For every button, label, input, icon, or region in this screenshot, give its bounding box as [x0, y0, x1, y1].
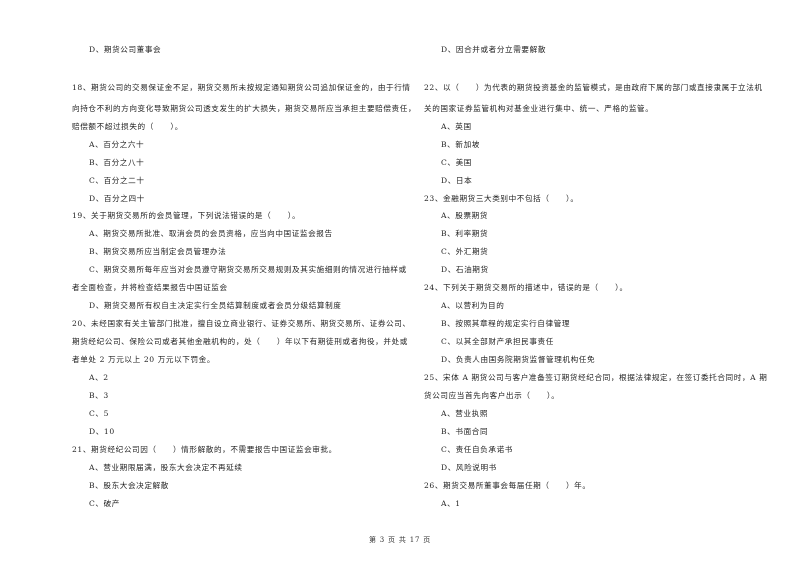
question-23-option-c: C、外汇期货 — [441, 247, 489, 256]
question-19-option-d: D、期货交易所有权自主决定实行全员结算制度或者会员分级结算制度 — [89, 301, 342, 310]
page-indicator: 第 3 页 共 17 页 — [368, 536, 432, 544]
question-21-option-c: C、破产 — [89, 499, 120, 508]
question-24-text-line-1: 24、下列关于期货交易所的描述中，错误的是（ ）。 — [424, 283, 628, 292]
question-18-text-line-2: 向持仓不利的方向变化导致期货公司透支发生的扩大损失，期货交易所应当承担主要赔偿责… — [72, 104, 417, 113]
question-19-text-line-1: 19、关于期货交易所的会员管理，下列说法错误的是（ ）。 — [72, 211, 301, 220]
question-20-option-c: C、5 — [89, 409, 110, 418]
question-19-option-c: C、期货交易所每年应当对会员遵守期货交易所交易规则及其实施细则的情况进行抽样或 — [89, 265, 407, 274]
question-23-option-a: A、股票期货 — [441, 211, 489, 220]
question-24-option-a: A、以营利为目的 — [441, 301, 505, 310]
question-22-option-c: C、美国 — [441, 158, 472, 167]
question-18-option-b: B、百分之八十 — [89, 158, 145, 167]
question-25-option-b: B、书面合同 — [441, 427, 489, 436]
question-20-text-line-3: 者单处 2 万元以上 20 万元以下罚金。 — [72, 355, 216, 364]
question-25-option-d: D、风险说明书 — [441, 463, 497, 472]
question-25-option-c: C、责任自负承诺书 — [441, 445, 513, 454]
question-25-option-a: A、营业执照 — [441, 409, 489, 418]
question-22-option-d: D、日本 — [441, 176, 473, 185]
question-18-option-d: D、百分之四十 — [89, 194, 145, 203]
question-22-option-a: A、英国 — [441, 122, 472, 131]
question-25-text-line-1: 25、宋体 A 期货公司与客户准备签订期货经纪合同，根据法律规定，在签订委托合同… — [424, 373, 768, 382]
option-d-prev: D、期货公司董事会 — [89, 45, 162, 54]
question-21-option-b: B、股东大会决定解散 — [89, 481, 169, 490]
question-26-option-a: A、1 — [441, 499, 461, 508]
question-18-text-line-3: 赔偿额不超过损失的（ ）。 — [72, 122, 183, 131]
question-25-text-line-2: 货公司应当首先向客户出示（ ）。 — [424, 391, 560, 400]
question-22-text-line-1: 22、以（ ）为代表的期货投资基金的监管模式，是由政府下属的部门或直接隶属于立法… — [424, 83, 763, 92]
question-20-option-a: A、2 — [89, 373, 109, 382]
question-23-option-b: B、利率期货 — [441, 229, 489, 238]
question-20-text-line-1: 20、未经国家有关主管部门批准，擅自设立商业银行、证券交易所、期货交易所、证券公… — [72, 319, 411, 328]
question-21-option-a: A、营业期限届满，股东大会决定不再延续 — [89, 463, 243, 472]
option-d-prev: D、因合并或者分立需要解散 — [441, 45, 547, 54]
question-20-option-d: D、10 — [89, 427, 115, 436]
question-21-text-line-1: 21、期货经纪公司因（ ）情形解散的，不需要报告中国证监会审批。 — [72, 445, 337, 454]
question-23-text-line-1: 23、金融期货三大类别中不包括（ ）。 — [424, 194, 579, 203]
question-23-option-d: D、石油期货 — [441, 265, 489, 274]
question-19-option-c-cont: 者全面检查，并将检查结果报告中国证监会 — [72, 283, 228, 292]
question-19-option-a: A、期货交易所批准、取消会员的会员资格，应当向中国证监会报告 — [89, 229, 333, 238]
question-24-option-c: C、以其全部财产承担民事责任 — [441, 337, 554, 346]
question-19-option-b: B、期货交易所应当制定会员管理办法 — [89, 247, 227, 256]
question-24-option-b: B、按照其章程的规定实行自律管理 — [441, 319, 571, 328]
question-24-option-d: D、负责人由国务院期货监督管理机构任免 — [441, 355, 596, 364]
question-20-text-line-2: 期货经纪公司、保险公司或者其他金融机构的，处（ ）年以下有期徒刑或者拘役，并处或 — [72, 337, 408, 346]
question-26-text-line-1: 26、期货交易所董事会每届任期（ ）年。 — [424, 481, 591, 490]
question-18-option-c: C、百分之二十 — [89, 176, 145, 185]
question-18-option-a: A、百分之六十 — [89, 140, 145, 149]
question-22-text-line-2: 关的国家证券监管机构对基金业进行集中、统一、严格的监管。 — [424, 104, 654, 113]
question-22-option-b: B、新加坡 — [441, 140, 480, 149]
question-18-text-line-1: 18、期货公司的交易保证金不足，期货交易所未按规定通知期货公司追加保证金的，由于… — [72, 83, 411, 92]
question-20-option-b: B、3 — [89, 391, 109, 400]
